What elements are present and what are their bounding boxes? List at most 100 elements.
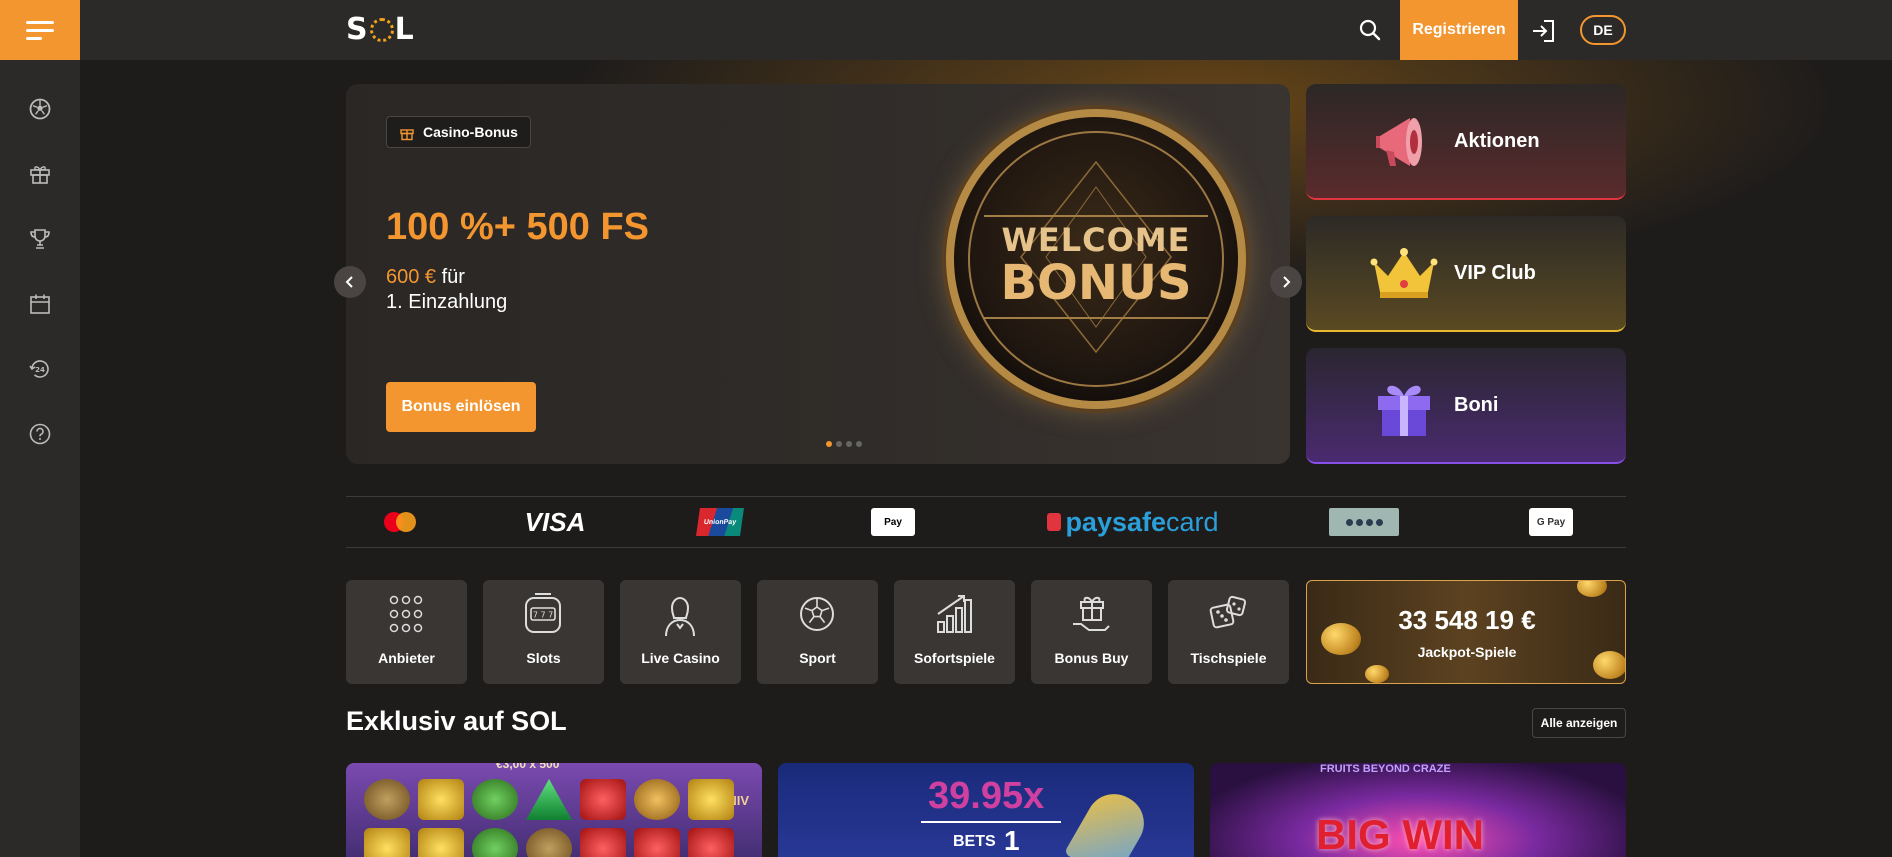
slot-symbol xyxy=(634,828,680,857)
carousel-dot[interactable] xyxy=(846,441,852,447)
slot-symbol xyxy=(580,828,626,857)
trophy-icon[interactable] xyxy=(26,225,54,253)
hero-title: 100 %+ 500 FS xyxy=(386,206,650,248)
game-top-text: FRUITS BEYOND CRAZE xyxy=(1320,763,1451,775)
slot-symbol xyxy=(418,779,464,820)
payment-methods: VISA UnionPay Pay paysafe card G Pay xyxy=(346,496,1626,548)
slot-symbol xyxy=(472,779,518,820)
promo-card-vip-club[interactable]: VIP Club xyxy=(1306,216,1626,332)
slot-symbol-grid xyxy=(364,779,734,857)
search-icon[interactable] xyxy=(1356,16,1384,44)
slot-symbol xyxy=(364,828,410,857)
soccer-ball-icon xyxy=(797,592,837,636)
coin-divider xyxy=(984,317,1208,319)
support-24-icon[interactable]: 24 xyxy=(26,355,54,383)
slot-machine-icon: 7 7 7 xyxy=(523,592,563,636)
google-pay-logo: G Pay xyxy=(1528,505,1574,539)
hero-subtitle-2: 1. Einzahlung xyxy=(386,291,508,313)
category-label: Anbieter xyxy=(378,650,435,666)
dice-icon xyxy=(1208,592,1248,636)
category-label: Sport xyxy=(799,650,836,666)
slot-symbol xyxy=(688,779,734,820)
unionpay-label: UnionPay xyxy=(696,508,744,536)
hero-banner[interactable]: Casino-Bonus 100 %+ 500 FS 600 € für 1. … xyxy=(346,84,1290,464)
welcome-bonus-coin: WELCOME BONUS xyxy=(946,109,1246,409)
menu-line xyxy=(26,20,54,24)
game-multiplier: 39.95x xyxy=(928,775,1045,817)
coin-divider xyxy=(984,215,1208,217)
category-tischspiele[interactable]: Tischspiele xyxy=(1168,580,1289,684)
category-bonus-buy[interactable]: Bonus Buy xyxy=(1031,580,1152,684)
mastercard-logo xyxy=(380,505,420,539)
gift-icon[interactable] xyxy=(26,160,54,188)
gold-coin-decoration xyxy=(1577,581,1607,597)
category-sport[interactable]: Sport xyxy=(757,580,878,684)
register-button[interactable]: Registrieren xyxy=(1400,0,1518,60)
grid-dots-icon xyxy=(386,592,426,636)
top-bar: S L Registrieren DE xyxy=(0,0,1892,60)
hero-subtitle: 600 € für xyxy=(386,266,465,289)
gift-icon xyxy=(399,125,415,141)
paysafecard-logo: paysafe card xyxy=(1044,505,1222,539)
promo-label: Aktionen xyxy=(1454,130,1540,152)
section-title: Exklusiv auf SOL xyxy=(346,706,567,736)
calendar-icon[interactable] xyxy=(26,290,54,318)
hero-amount-suffix: für xyxy=(436,266,465,288)
visa-logo: VISA xyxy=(524,506,586,537)
promo-label: VIP Club xyxy=(1454,262,1536,284)
category-label: Bonus Buy xyxy=(1054,650,1129,666)
category-anbieter[interactable]: Anbieter xyxy=(346,580,467,684)
promo-label: Boni xyxy=(1454,394,1499,416)
hero-amount: 600 € xyxy=(386,266,437,288)
badge-label: Casino-Bonus xyxy=(423,124,518,140)
jackpot-label: Jackpot-Spiele xyxy=(1417,644,1517,660)
slot-symbol xyxy=(526,828,572,857)
bank-transfer-badge xyxy=(1329,508,1399,536)
menu-button[interactable] xyxy=(0,0,80,60)
promo-card-boni[interactable]: Boni xyxy=(1306,348,1626,464)
category-label: Live Casino xyxy=(641,650,720,666)
svg-text:24: 24 xyxy=(35,366,45,374)
login-icon[interactable] xyxy=(1530,17,1558,45)
help-icon[interactable] xyxy=(26,420,54,448)
casino-bonus-badge: Casino-Bonus xyxy=(386,116,531,148)
logo-letter: L xyxy=(394,12,415,47)
carousel-dot[interactable] xyxy=(856,441,862,447)
carousel-next-button[interactable] xyxy=(1270,266,1302,298)
category-slots[interactable]: 7 7 7 Slots xyxy=(483,580,604,684)
jackpot-card[interactable]: 33 548 19 € Jackpot-Spiele xyxy=(1306,580,1626,684)
game-big-win-text: BIG WIN xyxy=(1316,811,1484,857)
game-tile[interactable]: 39.95x BETS 1 xyxy=(778,763,1194,857)
slot-symbol xyxy=(364,779,410,820)
slot-symbol xyxy=(688,828,734,857)
promo-card-aktionen[interactable]: Aktionen xyxy=(1306,84,1626,200)
google-pay-label: G Pay xyxy=(1529,508,1573,536)
multiplier-divider xyxy=(921,821,1061,823)
see-all-button[interactable]: Alle anzeigen xyxy=(1532,708,1626,738)
soccer-ball-icon[interactable] xyxy=(26,95,54,123)
game-bets-value: 1 xyxy=(1004,825,1020,856)
bar-chart-icon xyxy=(934,592,974,636)
jackpot-amount-value: 33 548 19 xyxy=(1398,605,1514,635)
carousel-prev-button[interactable] xyxy=(334,266,366,298)
slot-symbol xyxy=(472,828,518,857)
game-tile[interactable]: €3,00 x 500 UNIV xyxy=(346,763,762,857)
redeem-bonus-button[interactable]: Bonus einlösen xyxy=(386,382,536,432)
category-label: Slots xyxy=(526,650,561,666)
sidebar: 24 xyxy=(0,60,80,857)
carousel-dot[interactable] xyxy=(836,441,842,447)
gift-hand-icon xyxy=(1071,592,1111,636)
game-banner-text: €3,00 x 500 xyxy=(496,763,560,771)
category-live-casino[interactable]: Live Casino xyxy=(620,580,741,684)
paysafe-text: paysafe xyxy=(1065,506,1167,537)
game-bets-label: BETS xyxy=(953,833,996,850)
logo[interactable]: S L xyxy=(346,12,415,47)
unionpay-logo: UnionPay xyxy=(696,505,744,539)
game-tile[interactable]: FRUITS BEYOND CRAZE BIG WIN xyxy=(1210,763,1626,857)
jackpot-currency: € xyxy=(1521,605,1536,635)
language-button[interactable]: DE xyxy=(1580,15,1626,45)
category-sofortspiele[interactable]: Sofortspiele xyxy=(894,580,1015,684)
card-text: card xyxy=(1166,506,1219,537)
crown-icon xyxy=(1370,240,1438,308)
carousel-dot[interactable] xyxy=(826,441,832,447)
